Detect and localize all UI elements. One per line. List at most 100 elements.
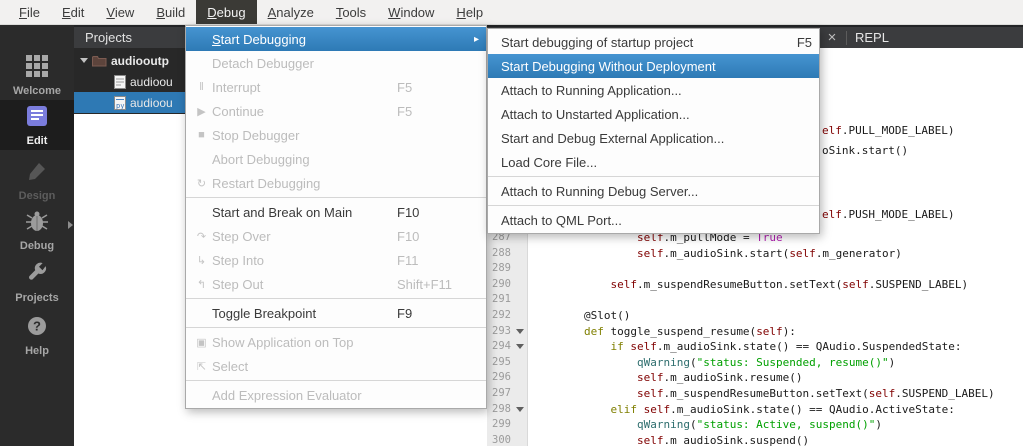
tree-item-audiooutp[interactable]: audiooutp (74, 50, 185, 71)
menu-item-show-application-on-top[interactable]: ▣Show Application on Top (186, 330, 486, 354)
line-number-299[interactable]: 299 (487, 417, 511, 433)
menu-item-label: Step Into (212, 253, 393, 268)
fold-marker-icon[interactable] (516, 344, 524, 349)
mode-item-debug[interactable]: Debug (0, 205, 74, 255)
line-number-296[interactable]: 296 (487, 370, 511, 386)
menu-item-label: Stop Debugger (212, 128, 393, 143)
menubar-item-window[interactable]: Window (377, 0, 445, 24)
line-number-295[interactable]: 295 (487, 355, 511, 371)
menu-item-step-out[interactable]: ↰Step OutShift+F11 (186, 272, 486, 296)
menu-item-label: Step Over (212, 229, 393, 244)
tree-item-audioou[interactable]: audioou (74, 71, 185, 92)
menu-item-label: Attach to Running Application... (501, 83, 782, 98)
menu-item-attach-to-qml-port[interactable]: Attach to QML Port... (488, 208, 819, 232)
menubar-item-view[interactable]: View (95, 0, 145, 24)
menu-item-continue[interactable]: ▶ContinueF5 (186, 99, 486, 123)
code-line-294[interactable]: if self.m_audioSink.state() == QAudio.Su… (531, 339, 962, 355)
menubar-item-tools[interactable]: Tools (325, 0, 377, 24)
menu-item-step-over[interactable]: ↷Step OverF10 (186, 224, 486, 248)
edit-document-icon (24, 104, 50, 133)
menu-item-attach-to-unstarted-application[interactable]: Attach to Unstarted Application... (488, 102, 819, 126)
code-line-288[interactable]: self.m_audioSink.start(self.m_generator) (531, 246, 902, 262)
line-number-290[interactable]: 290 (487, 277, 511, 293)
editor-tab-repl[interactable]: REPL (855, 27, 889, 48)
menu-item-add-expression-evaluator[interactable]: Add Expression Evaluator (186, 383, 486, 407)
menu-separator (488, 176, 819, 177)
submenu-arrow-icon: ▸ (469, 34, 479, 45)
mode-item-label: Help (25, 345, 49, 357)
menu-item-label: Start Debugging (212, 32, 393, 47)
menu-separator (186, 197, 486, 198)
menu-item-start-debugging-of-startup-project[interactable]: Start debugging of startup projectF5 (488, 30, 819, 54)
line-number-297[interactable]: 297 (487, 386, 511, 402)
line-number-292[interactable]: 292 (487, 308, 511, 324)
interrupt-icon: ‖ (191, 81, 212, 93)
menubar-item-file[interactable]: File (8, 0, 51, 24)
code-line-290[interactable]: self.m_suspendResumeButton.setText(self.… (531, 277, 968, 293)
tree-item-label: audioou (130, 96, 173, 110)
line-number-293[interactable]: 293 (487, 324, 511, 340)
line-number-291[interactable]: 291 (487, 292, 511, 308)
line-number-288[interactable]: 288 (487, 246, 511, 262)
code-fragment: elf.PULL_MODE_LABEL) (822, 123, 954, 139)
code-line-297[interactable]: self.m_suspendResumeButton.setText(self.… (531, 386, 995, 402)
code-fragment: oSink.start() (822, 143, 908, 159)
code-line-292[interactable]: @Slot() (531, 308, 630, 324)
line-number-294[interactable]: 294 (487, 339, 511, 355)
tree-item-audioou[interactable]: py audioou (74, 92, 185, 113)
menu-item-label: Start and Break on Main (212, 205, 393, 220)
menu-item-select[interactable]: ⇱Select (186, 354, 486, 378)
expander-icon[interactable] (80, 58, 88, 63)
tree-item-label: audiooutp (111, 54, 169, 68)
menubar-item-edit[interactable]: Edit (51, 0, 95, 24)
code-line-298[interactable]: elif self.m_audioSink.state() == QAudio.… (531, 402, 955, 418)
mode-item-design[interactable]: Design (0, 155, 74, 205)
mode-item-label: Design (19, 190, 56, 202)
menu-item-detach-debugger[interactable]: Detach Debugger (186, 51, 486, 75)
menu-item-attach-to-running-application[interactable]: Attach to Running Application... (488, 78, 819, 102)
mode-item-label: Welcome (13, 85, 61, 97)
mode-switch-arrow-icon[interactable] (68, 221, 73, 229)
code-line-300[interactable]: self.m_audioSink.suspend() (531, 433, 809, 446)
menu-item-start-and-break-on-main[interactable]: Start and Break on MainF10 (186, 200, 486, 224)
close-icon[interactable]: × (824, 27, 840, 48)
menu-item-step-into[interactable]: ↳Step IntoF11 (186, 248, 486, 272)
mode-item-help[interactable]: ? Help (0, 310, 74, 360)
menubar-item-debug[interactable]: Debug (196, 0, 256, 24)
menu-item-label: Attach to Unstarted Application... (501, 107, 782, 122)
menu-item-abort-debugging[interactable]: Abort Debugging (186, 147, 486, 171)
code-line-293[interactable]: def toggle_suspend_resume(self): (531, 324, 796, 340)
mode-item-projects[interactable]: Projects (0, 257, 74, 307)
mode-item-welcome[interactable]: Welcome (0, 50, 74, 100)
fold-marker-icon[interactable] (516, 407, 524, 412)
menu-item-start-debugging[interactable]: Start Debugging ▸ (186, 27, 486, 51)
menu-item-label: Step Out (212, 277, 393, 292)
code-line-299[interactable]: qWarning("status: Active, suspend()") (531, 417, 882, 433)
help-question-icon: ? (25, 314, 49, 343)
menu-item-start-debugging-without-deployment[interactable]: Start Debugging Without Deployment (488, 54, 819, 78)
line-number-300[interactable]: 300 (487, 433, 511, 446)
menu-item-toggle-breakpoint[interactable]: Toggle BreakpointF9 (186, 301, 486, 325)
menu-item-label: Interrupt (212, 80, 393, 95)
code-line-296[interactable]: self.m_audioSink.resume() (531, 370, 803, 386)
menu-item-stop-debugger[interactable]: ■Stop Debugger (186, 123, 486, 147)
python-file-icon: py (114, 96, 126, 110)
code-line-295[interactable]: qWarning("status: Suspended, resume()") (531, 355, 895, 371)
line-number-289[interactable]: 289 (487, 261, 511, 277)
fold-marker-icon[interactable] (516, 329, 524, 334)
menu-item-interrupt[interactable]: ‖InterruptF5 (186, 75, 486, 99)
line-number-298[interactable]: 298 (487, 402, 511, 418)
menu-separator (186, 298, 486, 299)
menu-item-start-and-debug-external-application[interactable]: Start and Debug External Application... (488, 126, 819, 150)
menu-item-load-core-file[interactable]: Load Core File... (488, 150, 819, 174)
mode-item-edit[interactable]: Edit (0, 100, 74, 150)
project-tree: audiooutp audioou py audioou (74, 48, 185, 114)
show-on-top-icon: ▣ (191, 336, 212, 349)
menubar-item-help[interactable]: Help (445, 0, 494, 24)
menubar-item-analyze[interactable]: Analyze (257, 0, 325, 24)
menu-item-shortcut: F5 (393, 104, 469, 119)
menu-item-restart-debugging[interactable]: ↻Restart Debugging (186, 171, 486, 195)
mode-item-label: Edit (27, 135, 48, 147)
menubar-item-build[interactable]: Build (145, 0, 196, 24)
menu-item-attach-to-running-debug-server[interactable]: Attach to Running Debug Server... (488, 179, 819, 203)
